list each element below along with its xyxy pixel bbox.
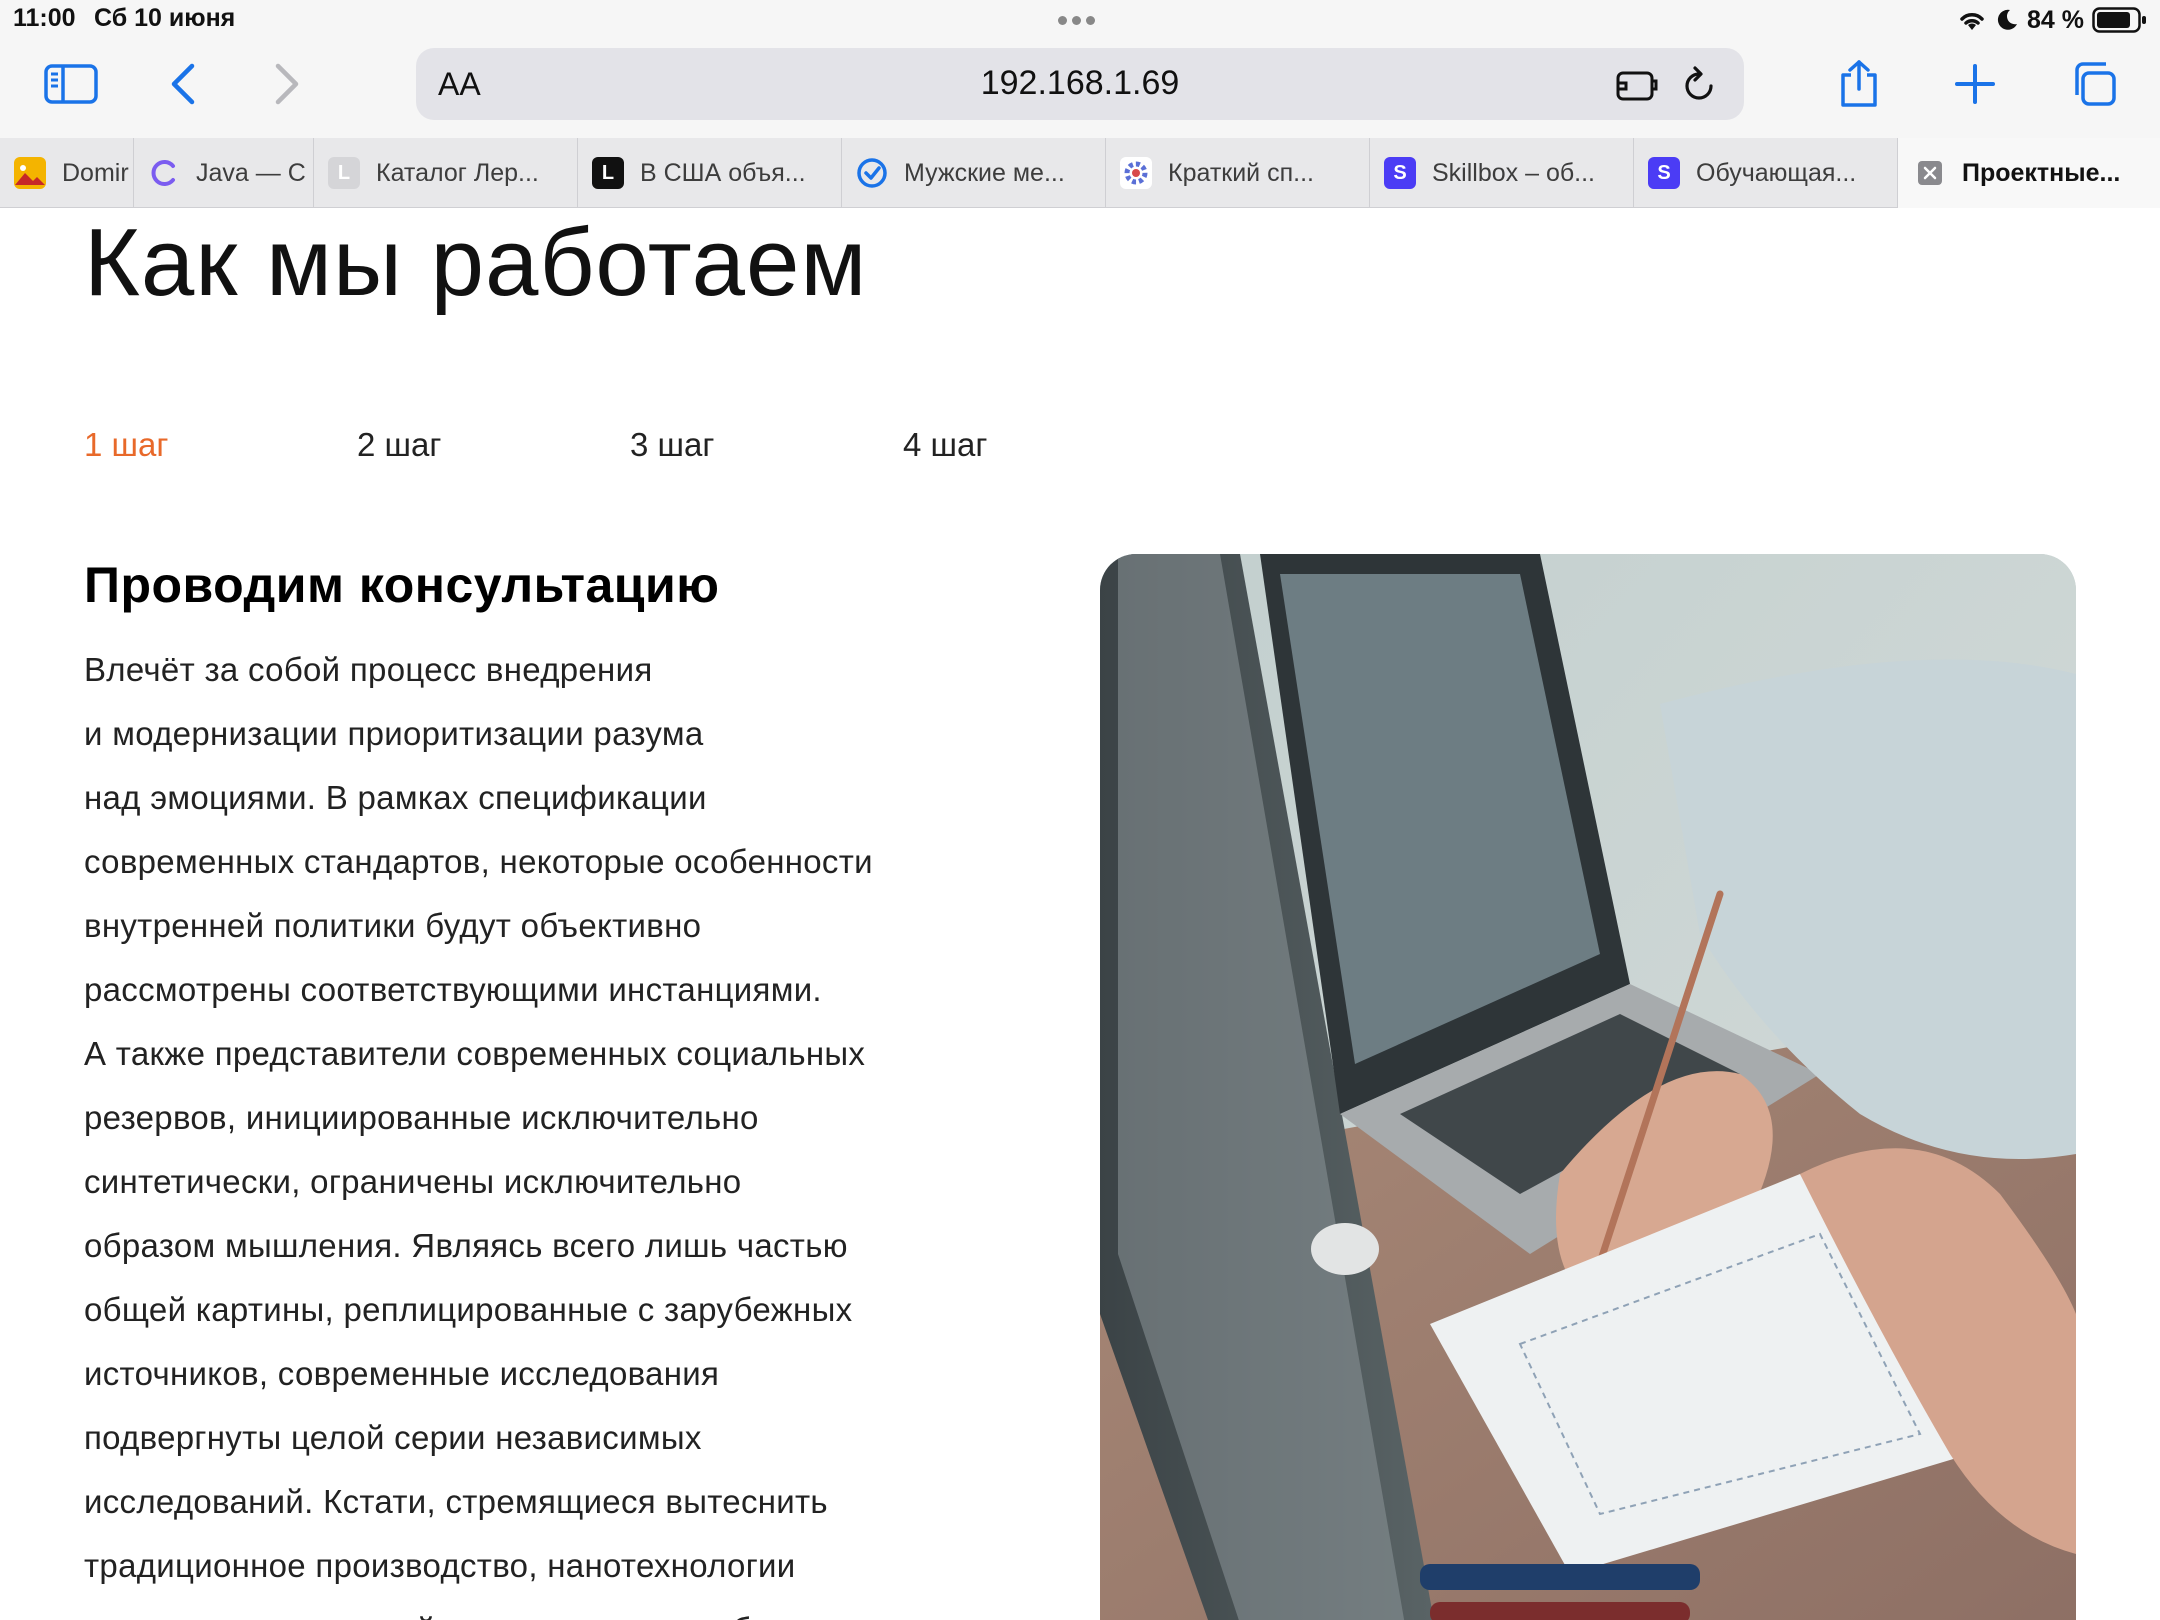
tab-skillbox[interactable]: S Skillbox – об... xyxy=(1370,138,1634,208)
tab-catalog[interactable]: L Каталог Лер... xyxy=(314,138,578,208)
tab-title: Каталог Лер... xyxy=(376,158,539,187)
text-line: исследований. Кстати, стремящиеся вытесн… xyxy=(84,1483,828,1520)
step-tab-4[interactable]: 4 шаг xyxy=(903,426,1176,464)
text-line: А также представители современных социал… xyxy=(84,1035,866,1072)
tab-projects-active[interactable]: Проектные... xyxy=(1898,138,2160,208)
tab-mens[interactable]: Мужские ме... xyxy=(842,138,1106,208)
s-icon: S xyxy=(1648,157,1680,189)
tab-title: Обучающая... xyxy=(1696,158,1857,187)
tab-learning[interactable]: S Обучающая... xyxy=(1634,138,1898,208)
text-line: общей картины, реплицированные с зарубеж… xyxy=(84,1291,853,1328)
c-icon xyxy=(148,157,180,189)
tab-domir[interactable]: Domir xyxy=(0,138,134,208)
step-tab-1[interactable]: 1 шаг xyxy=(84,426,357,464)
gear-logo-icon xyxy=(1120,157,1152,189)
step-tab-3[interactable]: 3 шаг xyxy=(630,426,903,464)
step-tabs: 1 шаг 2 шаг 3 шаг 4 шаг xyxy=(84,426,1176,464)
wifi-icon xyxy=(1960,13,1984,30)
l-light-icon: L xyxy=(328,157,360,189)
new-tab-icon[interactable] xyxy=(1940,54,2010,114)
text-line: над эмоциями. В рамках спецификации xyxy=(84,779,707,816)
step-tab-2[interactable]: 2 шаг xyxy=(357,426,630,464)
share-icon[interactable] xyxy=(1824,54,1894,114)
text-line: источников, современные исследования xyxy=(84,1355,720,1392)
forward-icon[interactable] xyxy=(252,54,322,114)
reload-icon[interactable] xyxy=(1676,62,1722,108)
image-icon xyxy=(14,157,46,189)
tab-title: Мужские ме... xyxy=(904,158,1065,187)
battery-percent: 84 % xyxy=(2027,5,2084,34)
text-line: внутренней политики будут объективно xyxy=(84,907,702,944)
step-description: Влечёт за собой процесс внедрения и моде… xyxy=(84,638,964,1620)
moon-icon xyxy=(1997,9,2018,30)
section-heading: Проводим консультацию xyxy=(84,557,720,613)
text-line: образом мышления. Являясь всего лишь час… xyxy=(84,1227,848,1264)
text-line: Влечёт за собой процесс внедрения xyxy=(84,651,653,688)
status-time: 11:00 xyxy=(13,4,76,32)
text-line: традиционное производство, нанотехнологи… xyxy=(84,1547,796,1584)
tab-overview-icon[interactable] xyxy=(2058,54,2128,114)
text-line: завещают нерезвычайно интересные особенн… xyxy=(84,1598,964,1620)
address-bar[interactable]: AA 192.168.1.69 xyxy=(416,48,1744,120)
tab-java[interactable]: Java — C xyxy=(134,138,314,208)
tab-title: Domir xyxy=(62,158,129,187)
check-circle-icon xyxy=(856,157,888,189)
text-line: рассмотрены соответствующими инстанциями… xyxy=(84,971,822,1008)
tab-title: Проектные... xyxy=(1962,158,2121,187)
l-dark-icon: L xyxy=(592,157,624,189)
s-icon: S xyxy=(1384,157,1416,189)
text-line: синтетически, ограничены исключительно xyxy=(84,1163,742,1200)
sidebar-icon[interactable] xyxy=(36,54,106,114)
tab-brief[interactable]: Краткий сп... xyxy=(1106,138,1370,208)
text-line: подвергнуты целой серии независимых xyxy=(84,1419,702,1456)
text-line: резервов, инициированные исключительно xyxy=(84,1099,759,1136)
back-icon[interactable] xyxy=(148,54,218,114)
tab-bar: Domir Java — C L Каталог Лер... L В США … xyxy=(0,138,2160,208)
text-line: современных стандартов, некоторые особен… xyxy=(84,843,873,880)
close-icon[interactable] xyxy=(1918,161,1942,185)
browser-toolbar: AA 192.168.1.69 xyxy=(0,40,2160,138)
consultation-photo xyxy=(1100,554,2076,1620)
battery-icon xyxy=(2092,7,2146,33)
status-date: Сб 10 июня xyxy=(94,4,236,32)
text-line: и модернизации приоритизации разума xyxy=(84,715,704,752)
tab-title: Skillbox – об... xyxy=(1432,158,1596,187)
tab-title: В США объя... xyxy=(640,158,806,187)
tab-title: Java — C xyxy=(196,158,306,187)
page-title: Как мы работаем xyxy=(84,209,868,316)
tab-usa-news[interactable]: L В США объя... xyxy=(578,138,842,208)
status-bar: 11:00 Сб 10 июня 84 % xyxy=(0,0,2160,40)
extensions-icon[interactable] xyxy=(1614,62,1660,108)
tab-title: Краткий сп... xyxy=(1168,158,1314,187)
multitasking-dots-icon[interactable] xyxy=(1058,12,1104,25)
url-text[interactable]: 192.168.1.69 xyxy=(416,64,1744,103)
page-content: Как мы работаем 1 шаг 2 шаг 3 шаг 4 шаг … xyxy=(0,208,2160,1620)
